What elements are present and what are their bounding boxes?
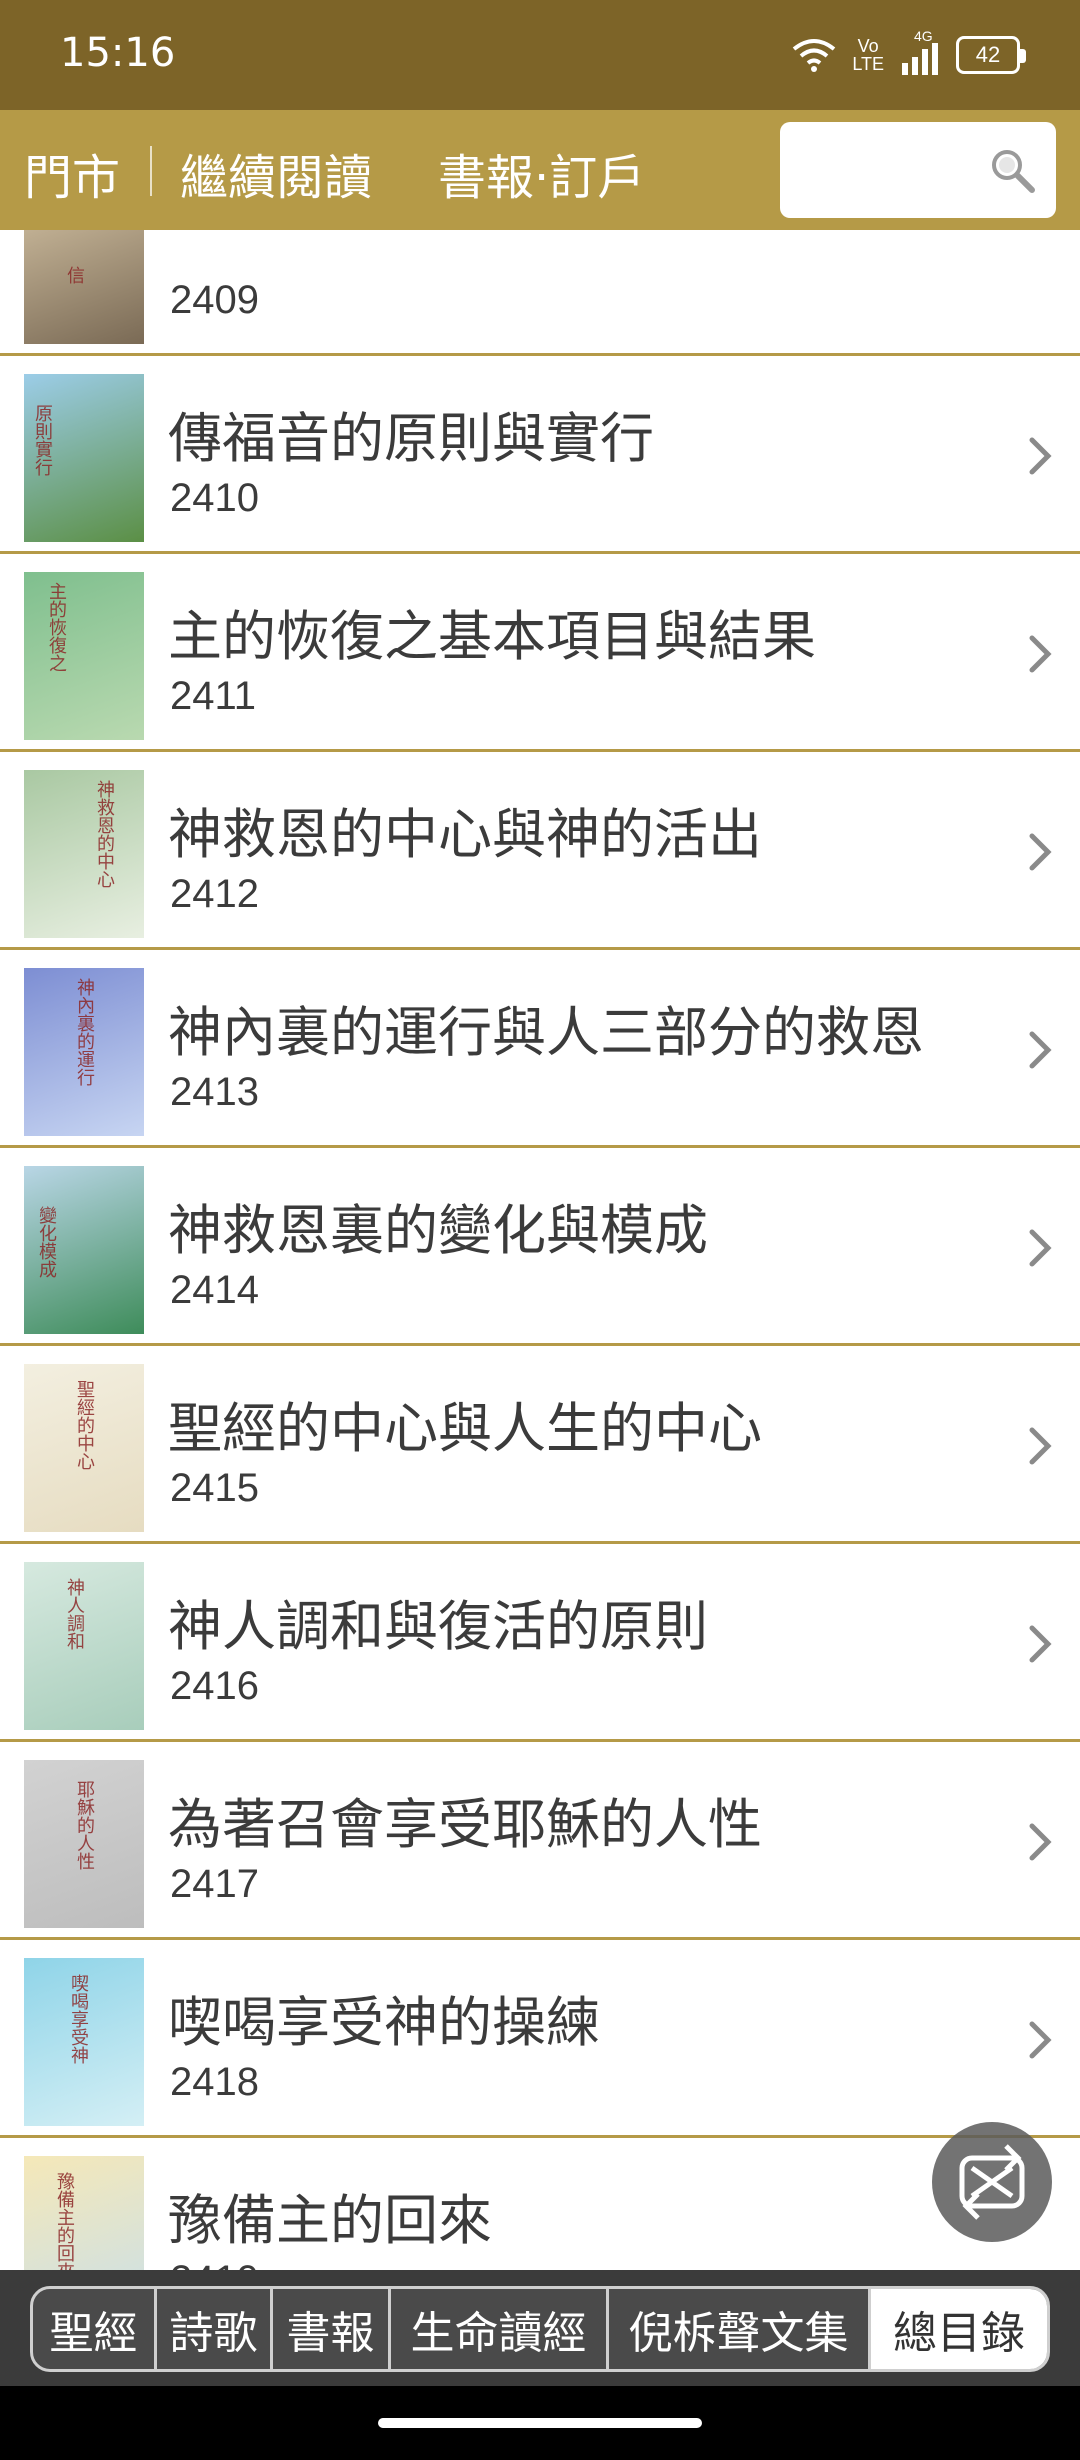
list-item[interactable]: 聖經的中心 聖經的中心與人生的中心 2415 <box>0 1346 1080 1544</box>
book-cover: 主的恢復之 <box>24 572 144 740</box>
nav-subscription[interactable]: 書報·訂戶 <box>438 138 645 208</box>
book-cover: 神救恩的中心 <box>24 770 144 938</box>
item-title: 喫喝享受神的操練 <box>168 1991 600 2054</box>
list-item[interactable]: 主的恢復之 主的恢復之基本項目與結果 2411 <box>0 554 1080 752</box>
chevron-right-icon <box>1029 437 1052 475</box>
list-item[interactable]: 耶穌的人性 為著召會享受耶穌的人性 2417 <box>0 1742 1080 1940</box>
item-number: 2409 <box>170 278 259 322</box>
swap-button[interactable] <box>932 2122 1052 2242</box>
top-nav-bar: 門市 繼續閱讀 書報·訂戶 <box>0 110 1080 230</box>
signal-icon <box>902 43 938 75</box>
chevron-right-icon <box>1029 2021 1052 2059</box>
chevron-right-icon <box>1029 635 1052 673</box>
list-item[interactable]: 原則實行 傳福音的原則與實行 2410 <box>0 356 1080 554</box>
item-title: 聖經的中心與人生的中心 <box>168 1397 762 1460</box>
swap-icon <box>959 2144 1025 2220</box>
signal-indicator: 4G <box>900 28 940 77</box>
nav-store[interactable]: 門市 <box>24 138 120 208</box>
book-cover: 神人調和 <box>24 1562 144 1730</box>
cover-text: 喫喝享受神 <box>68 1974 89 2064</box>
list-item[interactable]: 信 2409 <box>0 230 1080 356</box>
item-title: 傳福音的原則與實行 <box>168 407 654 470</box>
item-number: 2416 <box>170 1664 259 1708</box>
item-title: 神救恩的中心與神的活出 <box>168 803 762 866</box>
item-title: 神救恩裏的變化與模成 <box>168 1199 708 1262</box>
wifi-icon <box>793 39 836 72</box>
search-box[interactable] <box>780 122 1056 218</box>
search-input[interactable] <box>800 142 970 198</box>
list-item[interactable]: 神內裏的運行 神內裏的運行與人三部分的救恩 2413 <box>0 950 1080 1148</box>
book-cover: 信 <box>24 230 144 344</box>
tab-watchman-nee[interactable]: 倪柝聲文集 <box>609 2289 871 2369</box>
nav-continue-reading[interactable]: 繼續閱讀 <box>180 138 372 208</box>
chevron-right-icon <box>1029 1031 1052 1069</box>
item-title: 神人調和與復活的原則 <box>168 1595 708 1658</box>
book-cover: 聖經的中心 <box>24 1364 144 1532</box>
network-type-bottom: LTE <box>852 54 884 74</box>
tab-catalog[interactable]: 總目錄 <box>871 2289 1047 2369</box>
tab-life-study[interactable]: 生命讀經 <box>391 2289 609 2369</box>
item-number: 2415 <box>170 1466 259 1510</box>
battery-icon: 42 <box>956 36 1026 74</box>
status-icons: Vo LTE 4G 42 <box>792 28 1026 80</box>
item-number: 2410 <box>170 476 259 520</box>
gesture-bar[interactable] <box>378 2418 702 2428</box>
list-item[interactable]: 變化模成 神救恩裏的變化與模成 2414 <box>0 1148 1080 1346</box>
tab-books[interactable]: 書報 <box>273 2289 391 2369</box>
book-cover: 變化模成 <box>24 1166 144 1334</box>
cover-text: 神救恩的中心 <box>94 780 115 888</box>
list-item[interactable]: 神人調和 神人調和與復活的原則 2416 <box>0 1544 1080 1742</box>
item-number: 2417 <box>170 1862 259 1906</box>
search-icon[interactable] <box>988 146 1036 194</box>
chevron-right-icon <box>1029 1427 1052 1465</box>
book-cover: 神內裏的運行 <box>24 968 144 1136</box>
item-number: 2419 <box>170 2258 259 2270</box>
item-number: 2418 <box>170 2060 259 2104</box>
list-item[interactable]: 喫喝享受神 喫喝享受神的操練 2418 <box>0 1940 1080 2138</box>
tab-hymns[interactable]: 詩歌 <box>157 2289 273 2369</box>
list-item[interactable]: 豫備主的回來 豫備主的回來 2419 <box>0 2138 1080 2270</box>
cover-text: 原則實行 <box>32 404 53 476</box>
item-number: 2412 <box>170 872 259 916</box>
network-type: Vo LTE <box>852 37 884 73</box>
book-cover: 豫備主的回來 <box>24 2156 144 2270</box>
cover-text: 信 <box>64 266 85 284</box>
chevron-right-icon <box>1029 1625 1052 1663</box>
cover-text: 耶穌的人性 <box>74 1780 95 1870</box>
item-number: 2413 <box>170 1070 259 1114</box>
cover-text: 聖經的中心 <box>74 1380 95 1470</box>
tab-group: 聖經 詩歌 書報 生命讀經 倪柝聲文集 總目錄 <box>30 2286 1050 2372</box>
book-cover: 喫喝享受神 <box>24 1958 144 2126</box>
cover-text: 變化模成 <box>36 1206 57 1278</box>
cover-text: 神人調和 <box>64 1578 85 1650</box>
status-time: 15:16 <box>60 30 176 76</box>
cover-text: 主的恢復之 <box>46 582 67 672</box>
book-cover: 耶穌的人性 <box>24 1760 144 1928</box>
gesture-area <box>0 2386 1080 2460</box>
cover-text: 神內裏的運行 <box>74 978 95 1086</box>
status-bar: 15:16 Vo LTE 4G 42 <box>0 0 1080 110</box>
item-number: 2411 <box>170 674 257 718</box>
book-cover: 原則實行 <box>24 374 144 542</box>
item-number: 2414 <box>170 1268 259 1312</box>
nav-divider <box>150 146 152 196</box>
cover-text: 豫備主的回來 <box>54 2172 75 2270</box>
chevron-right-icon <box>1029 1229 1052 1267</box>
item-title: 主的恢復之基本項目與結果 <box>168 605 816 668</box>
book-list[interactable]: 信 2409 原則實行 傳福音的原則與實行 2410 主的恢復之 主的恢復之基本… <box>0 230 1080 2270</box>
item-title: 為著召會享受耶穌的人性 <box>168 1793 762 1856</box>
tab-bible[interactable]: 聖經 <box>33 2289 157 2369</box>
item-title: 豫備主的回來 <box>168 2189 492 2252</box>
chevron-right-icon <box>1029 833 1052 871</box>
bottom-tab-bar: 聖經 詩歌 書報 生命讀經 倪柝聲文集 總目錄 <box>0 2270 1080 2386</box>
list-item[interactable]: 神救恩的中心 神救恩的中心與神的活出 2412 <box>0 752 1080 950</box>
item-title: 神內裏的運行與人三部分的救恩 <box>168 1001 924 1064</box>
chevron-right-icon <box>1029 1823 1052 1861</box>
network-type-top: Vo <box>857 36 879 56</box>
